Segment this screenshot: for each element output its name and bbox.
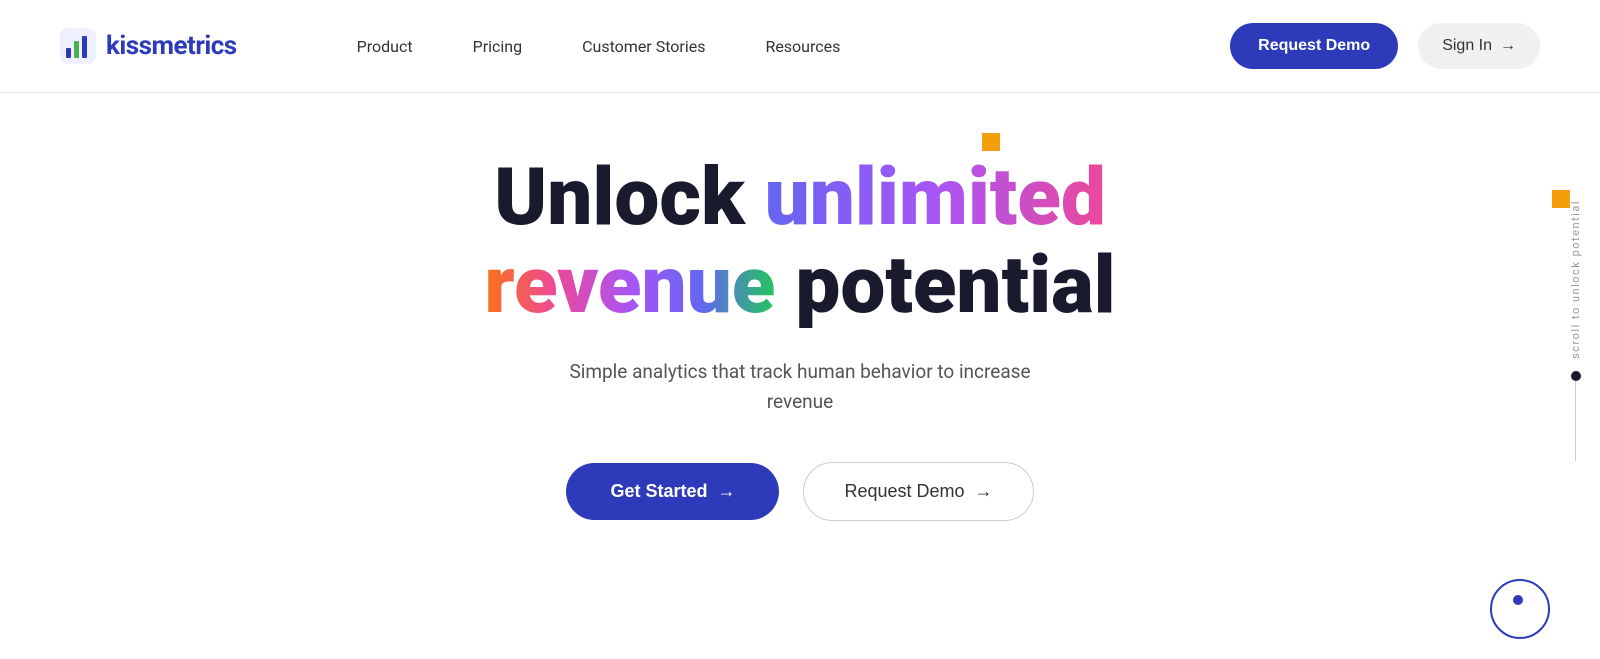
- logo-text: kissmetrics: [106, 31, 237, 61]
- hero-subtitle: Simple analytics that track human behavi…: [540, 357, 1060, 418]
- get-started-arrow-icon: →: [717, 481, 735, 502]
- hero-title-word-unlimited: unlimited: [765, 150, 1106, 244]
- nav-sign-in-button[interactable]: Sign In →: [1418, 23, 1540, 69]
- hero-section: Unlock unlimited revenue potential Simpl…: [0, 93, 1600, 561]
- scroll-label: scroll to unlock potential: [1569, 200, 1582, 359]
- hero-buttons: Get Started → Request Demo →: [566, 462, 1033, 521]
- sign-in-arrow-icon: →: [1500, 37, 1516, 55]
- hero-title-word-potential: potential: [795, 238, 1115, 332]
- navbar: kissmetrics Product Pricing Customer Sto…: [0, 0, 1600, 93]
- get-started-button[interactable]: Get Started →: [566, 463, 779, 520]
- scroll-line: [1575, 381, 1576, 461]
- nav-request-demo-button[interactable]: Request Demo: [1230, 23, 1398, 69]
- nav-actions: Request Demo Sign In →: [1230, 23, 1540, 69]
- nav-links: Product Pricing Customer Stories Resourc…: [357, 37, 841, 56]
- hero-title-word-unlock: Unlock: [494, 150, 745, 244]
- logo-link[interactable]: kissmetrics: [60, 28, 237, 64]
- deco-blue-circle: [1490, 579, 1550, 639]
- scroll-dot: [1571, 371, 1581, 381]
- nav-pricing[interactable]: Pricing: [473, 37, 523, 56]
- deco-orange-square-right: [1552, 190, 1570, 208]
- hero-request-demo-button[interactable]: Request Demo →: [803, 462, 1033, 521]
- hero-request-demo-arrow-icon: →: [975, 481, 993, 502]
- nav-product[interactable]: Product: [357, 37, 413, 56]
- nav-resources[interactable]: Resources: [765, 37, 840, 56]
- hero-request-demo-label: Request Demo: [844, 481, 964, 502]
- nav-customer-stories[interactable]: Customer Stories: [582, 37, 705, 56]
- sign-in-label: Sign In: [1442, 37, 1492, 55]
- scroll-indicator: scroll to unlock potential: [1569, 200, 1582, 461]
- kissmetrics-logo-icon: [60, 28, 96, 64]
- deco-orange-square-top: [982, 133, 1000, 151]
- hero-title-word-revenue: revenue: [484, 238, 775, 332]
- hero-title: Unlock unlimited revenue potential: [484, 153, 1115, 329]
- get-started-label: Get Started: [610, 481, 707, 502]
